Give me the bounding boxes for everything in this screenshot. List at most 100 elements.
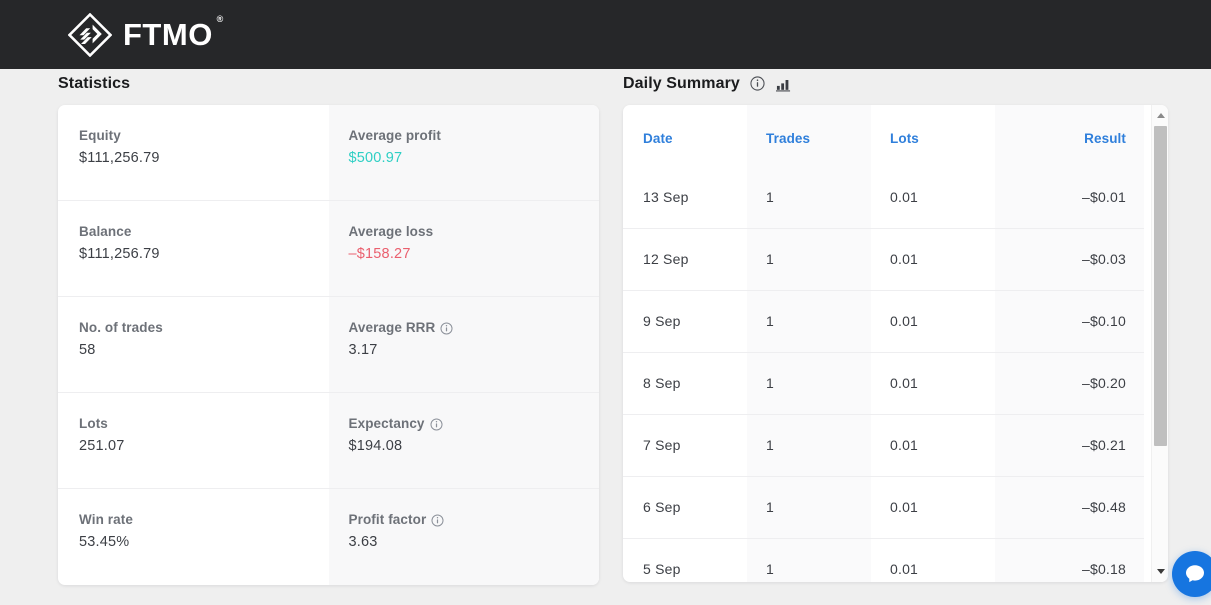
stat-average-profit: Average profit $500.97 (329, 105, 600, 201)
table-row[interactable]: 8 Sep 1 0.01 –$0.20 (623, 352, 1144, 414)
stat-label-text: Win rate (79, 512, 133, 527)
cell-lots: 0.01 (871, 166, 995, 228)
chat-bubble-icon (1183, 562, 1207, 586)
cell-lots: 0.01 (871, 538, 995, 582)
table-row[interactable]: 13 Sep 1 0.01 –$0.01 (623, 166, 1144, 228)
ftmo-brand-logo[interactable]: FTMO ® (68, 13, 213, 57)
statistics-section: Statistics Equity $111,256.79 Average pr… (58, 75, 599, 585)
stat-label-text: Equity (79, 128, 121, 143)
info-icon[interactable] (440, 320, 453, 335)
stat-value: $111,256.79 (79, 246, 329, 262)
stat-label-text: Average loss (349, 224, 434, 239)
statistics-title: Statistics (58, 75, 599, 93)
stat-label: Expectancy (349, 416, 600, 431)
stat-expectancy: Expectancy $194.08 (329, 393, 600, 489)
cell-result: –$0.21 (995, 414, 1144, 476)
column-header-result[interactable]: Result (995, 105, 1144, 166)
column-header-trades[interactable]: Trades (747, 105, 871, 166)
cell-lots: 0.01 (871, 290, 995, 352)
stat-value: 3.17 (349, 342, 600, 358)
stat-value: 3.63 (349, 534, 600, 550)
registered-mark: ® (217, 15, 224, 24)
cell-date: 6 Sep (623, 476, 747, 538)
cell-lots: 0.01 (871, 352, 995, 414)
info-icon[interactable] (750, 75, 765, 93)
stat-lots: Lots 251.07 (58, 393, 329, 489)
cell-date: 13 Sep (623, 166, 747, 228)
bar-chart-icon[interactable] (775, 77, 792, 92)
stat-label: Average RRR (349, 320, 600, 335)
stat-label-text: Expectancy (349, 416, 425, 431)
stat-label-text: Average RRR (349, 320, 436, 335)
cell-trades: 1 (747, 476, 871, 538)
stat-label-text: Balance (79, 224, 131, 239)
table-row[interactable]: 9 Sep 1 0.01 –$0.10 (623, 290, 1144, 352)
scroll-down-arrow-icon[interactable] (1152, 563, 1168, 580)
cell-result: –$0.10 (995, 290, 1144, 352)
table-row[interactable]: 7 Sep 1 0.01 –$0.21 (623, 414, 1144, 476)
cell-trades: 1 (747, 538, 871, 582)
daily-summary-title: Daily Summary (623, 75, 740, 93)
daily-summary-card: Date Trades Lots Result 13 Sep 1 0.01 –$… (623, 105, 1168, 582)
brand-name: FTMO (123, 17, 213, 52)
cell-result: –$0.20 (995, 352, 1144, 414)
table-row[interactable]: 6 Sep 1 0.01 –$0.48 (623, 476, 1144, 538)
stat-value: $111,256.79 (79, 150, 329, 166)
stat-label: Average loss (349, 224, 600, 239)
scroll-up-arrow-icon[interactable] (1152, 107, 1168, 124)
stat-label-text: Lots (79, 416, 108, 431)
stat-win-rate: Win rate 53.45% (58, 489, 329, 585)
stat-value: 53.45% (79, 534, 329, 550)
table-scrollbar[interactable] (1151, 105, 1168, 582)
page-content: Statistics Equity $111,256.79 Average pr… (0, 69, 1211, 605)
stat-label: Balance (79, 224, 329, 239)
stat-label: No. of trades (79, 320, 329, 335)
stat-label-text: Average profit (349, 128, 441, 143)
cell-trades: 1 (747, 414, 871, 476)
info-icon[interactable] (430, 416, 443, 431)
cell-result: –$0.03 (995, 228, 1144, 290)
table-row[interactable]: 5 Sep 1 0.01 –$0.18 (623, 538, 1144, 582)
cell-trades: 1 (747, 352, 871, 414)
cell-date: 8 Sep (623, 352, 747, 414)
stat-average-rrr: Average RRR 3.17 (329, 297, 600, 393)
stat-value: –$158.27 (349, 246, 600, 262)
cell-lots: 0.01 (871, 414, 995, 476)
support-chat-button[interactable] (1172, 551, 1211, 597)
column-header-date[interactable]: Date (623, 105, 747, 166)
brand-wordmark: FTMO ® (123, 19, 213, 50)
cell-result: –$0.48 (995, 476, 1144, 538)
stat-label: Lots (79, 416, 329, 431)
stat-average-loss: Average loss –$158.27 (329, 201, 600, 297)
cell-lots: 0.01 (871, 476, 995, 538)
stat-value: 251.07 (79, 438, 329, 454)
stat-no-of-trades: No. of trades 58 (58, 297, 329, 393)
scrollbar-thumb[interactable] (1154, 126, 1167, 446)
cell-result: –$0.18 (995, 538, 1144, 582)
stat-balance: Balance $111,256.79 (58, 201, 329, 297)
statistics-card: Equity $111,256.79 Average profit $500.9… (58, 105, 599, 585)
stat-label: Equity (79, 128, 329, 143)
table-row[interactable]: 12 Sep 1 0.01 –$0.03 (623, 228, 1144, 290)
stat-profit-factor: Profit factor 3.63 (329, 489, 600, 585)
ftmo-diamond-logo-icon (68, 13, 112, 57)
cell-date: 12 Sep (623, 228, 747, 290)
app-header: FTMO ® (0, 0, 1211, 69)
stat-value: $194.08 (349, 438, 600, 454)
info-icon[interactable] (431, 512, 444, 527)
daily-summary-table: Date Trades Lots Result 13 Sep 1 0.01 –$… (623, 105, 1144, 582)
cell-date: 5 Sep (623, 538, 747, 582)
cell-date: 9 Sep (623, 290, 747, 352)
stat-label: Profit factor (349, 512, 600, 527)
column-header-lots[interactable]: Lots (871, 105, 995, 166)
cell-lots: 0.01 (871, 228, 995, 290)
cell-date: 7 Sep (623, 414, 747, 476)
daily-summary-section: Daily Summary (623, 75, 1168, 582)
stat-equity: Equity $111,256.79 (58, 105, 329, 201)
daily-summary-header: Daily Summary (623, 75, 1168, 93)
stat-label-text: No. of trades (79, 320, 163, 335)
stat-value: $500.97 (349, 150, 600, 166)
stat-label: Average profit (349, 128, 600, 143)
cell-trades: 1 (747, 228, 871, 290)
table-header-row: Date Trades Lots Result (623, 105, 1144, 166)
